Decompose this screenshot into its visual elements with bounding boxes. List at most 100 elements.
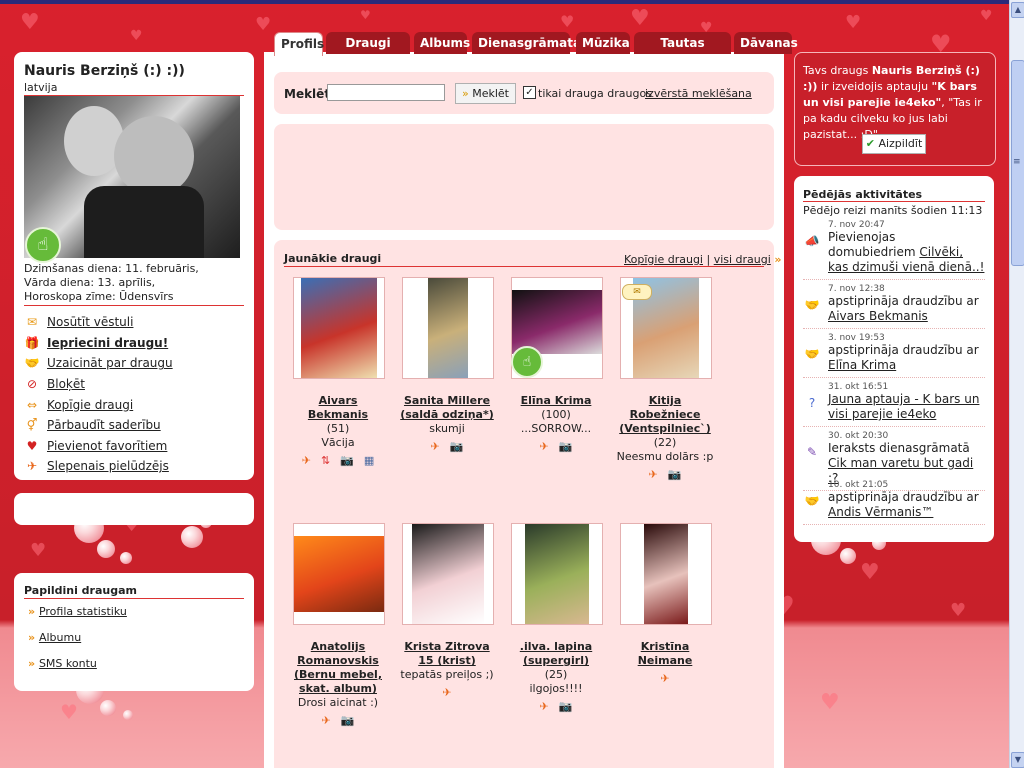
friend-name[interactable]: Elīna Krima (496, 394, 616, 408)
heart-decoration: ♥ (60, 700, 78, 724)
tab-4[interactable]: Mūzika (576, 32, 630, 54)
camera-icon[interactable]: 📷 (668, 468, 682, 481)
cupid-icon[interactable]: ✈ (442, 686, 451, 699)
friend-name[interactable]: Robežniece (605, 408, 725, 422)
activity-link[interactable]: Andis Vērmanis™ (828, 505, 933, 519)
friend-name[interactable]: (Ventspilniec`) (605, 422, 725, 436)
film-icon[interactable]: ▦ (364, 454, 374, 467)
friend-name[interactable]: Sanita Millere (387, 394, 507, 408)
tab-0[interactable]: Profils (274, 32, 324, 56)
friend-name[interactable]: Krista Zitrova (387, 640, 507, 654)
friend-photo[interactable] (511, 523, 603, 625)
tab-3[interactable]: Dienasgrāmata (472, 32, 581, 54)
friend-name[interactable]: (supergirl) (496, 654, 616, 668)
handshake-icon: 🤝 (804, 494, 820, 508)
friend-actions: ✈ 📷 (278, 714, 398, 728)
cupid-icon[interactable]: ✈ (649, 468, 658, 481)
notice-text1: ir izveidojis aptauju (820, 80, 929, 93)
friends-title: Jaunākie draugi (284, 252, 382, 265)
scroll-up-button[interactable]: ▲ (1011, 2, 1024, 18)
heart-decoration: ♥ (560, 12, 575, 31)
action-cupid[interactable]: ✈ Slepenais pielūdzējs (24, 456, 173, 477)
diary-icon: ✎ (806, 445, 818, 459)
tab-6[interactable]: Dāvanas (734, 32, 798, 54)
friend-name[interactable]: (saldā odziņa*) (387, 408, 507, 422)
cupid-icon[interactable]: ✈ (540, 440, 549, 453)
friend-name[interactable]: .ilva. lapina (496, 640, 616, 654)
friend-name[interactable]: 15 (krist) (387, 654, 507, 668)
camera-icon[interactable]: 📷 (450, 440, 464, 453)
activity-link[interactable]: Elīna Krima (828, 358, 896, 372)
action-heart[interactable]: ♥ Pievienot favorītiem (24, 436, 173, 457)
friend-photo[interactable] (620, 523, 712, 625)
friend-actions: ✈ 📷 (496, 440, 616, 454)
action-label: Pievienot favorītiem (47, 438, 168, 453)
extras-item[interactable]: » SMS kontu (28, 657, 127, 683)
reply-icon[interactable]: ⇅ (321, 454, 330, 467)
search-button[interactable]: » Meklēt (455, 83, 516, 104)
extras-item[interactable]: » Albumu (28, 631, 127, 657)
friend-name[interactable]: skat. album) (278, 682, 398, 696)
friend-name[interactable]: Romanovskis (278, 654, 398, 668)
action-handshake[interactable]: 🤝 Uzaicināt par draugu (24, 353, 173, 374)
friend-photo[interactable] (293, 277, 385, 379)
activity-link[interactable]: Jauna aptauja - K bars un visi parejie i… (828, 392, 979, 421)
cupid-icon[interactable]: ✈ (322, 714, 331, 727)
heart-icon: ♥ (26, 438, 38, 453)
action-gift[interactable]: 🎁 Iepriecini draugu! (24, 333, 173, 354)
extras-item-label: Albumu (38, 631, 82, 644)
fill-poll-button[interactable]: ✔ Aizpildīt (862, 134, 926, 154)
friends-only-checkbox[interactable]: ✓ (523, 86, 536, 99)
friend-name[interactable]: Aivars (278, 394, 398, 408)
activity-timestamp: 7. nov 20:47 (828, 220, 885, 230)
friend-photo[interactable] (402, 523, 494, 625)
horoscope: Horoskopa zīme: Ūdensvīrs (24, 290, 174, 303)
action-compatibility[interactable]: ⚥ Pārbaudīt saderību (24, 415, 173, 436)
activity-text: apstiprināja draudzību ar Elīna Krima (828, 343, 985, 373)
all-friends-link[interactable]: visi draugi (714, 253, 771, 266)
heart-decoration: ♥ (630, 6, 650, 31)
friend-name[interactable]: Kristīna (605, 640, 725, 654)
camera-icon[interactable]: 📷 (340, 454, 354, 467)
cupid-icon[interactable]: ✈ (431, 440, 440, 453)
action-mutual-friends[interactable]: ⇔ Kopīgie draugi (24, 394, 173, 415)
friend-thumbnail (644, 524, 688, 624)
heart-decoration: ♥ (820, 690, 840, 715)
tab-2[interactable]: Albums (414, 32, 470, 54)
activity-link[interactable]: Aivars Bekmanis (828, 309, 928, 323)
profile-country: latvija (24, 81, 58, 94)
cupid-icon[interactable]: ✈ (660, 672, 669, 685)
action-envelope[interactable]: ✉ Nosūtīt vēstuli (24, 312, 173, 333)
all-friends-arrow-icon: » (774, 253, 782, 266)
friend-name[interactable]: Kitija (605, 394, 725, 408)
activity-timestamp: 30. okt 20:30 (828, 431, 889, 441)
tab-1[interactable]: Draugi [369] (326, 32, 410, 72)
search-button-label: Meklēt (472, 87, 509, 100)
nameday: Vārda diena: 13. aprīlis, (24, 276, 156, 289)
camera-icon[interactable]: 📷 (559, 700, 573, 713)
activity-desc: apstiprināja draudzību ar (828, 294, 979, 308)
extras-item[interactable]: » Profila statistiku (28, 605, 127, 631)
action-block[interactable]: ⊘ Bloķēt (24, 374, 173, 395)
friend-name[interactable]: Anatolijs (278, 640, 398, 654)
scroll-down-button[interactable]: ▼ (1011, 752, 1024, 768)
friend-name[interactable]: (Bernu mebel, (278, 668, 398, 682)
tab-5[interactable]: Tautas policija (634, 32, 731, 72)
friends-separator (284, 266, 764, 267)
search-input[interactable] (327, 84, 445, 101)
cupid-icon[interactable]: ✈ (302, 454, 311, 467)
common-friends-link[interactable]: Kopīgie draugi (624, 253, 703, 266)
camera-icon[interactable]: 📷 (559, 440, 573, 453)
friend-name[interactable]: Bekmanis (278, 408, 398, 422)
profile-actions: ✉ Nosūtīt vēstuli 🎁 Iepriecini draugu! 🤝 Uzai… (24, 312, 173, 477)
advanced-search-link[interactable]: izvērstā meklēšana (645, 87, 752, 100)
friend-photo[interactable] (293, 523, 385, 625)
camera-icon[interactable]: 📷 (341, 714, 355, 727)
handshake-icon: 🤝 (804, 298, 820, 312)
cupid-icon[interactable]: ✈ (540, 700, 549, 713)
friend-name[interactable]: Neimane (605, 654, 725, 668)
friend-photo[interactable] (402, 277, 494, 379)
friend-card-text: Kitija Robežniece (Ventspilniec`) (22) Neesm… (605, 394, 725, 482)
bubble-decoration (840, 548, 856, 564)
scrollbar[interactable]: ▲ ≡ ▼ (1009, 0, 1024, 768)
